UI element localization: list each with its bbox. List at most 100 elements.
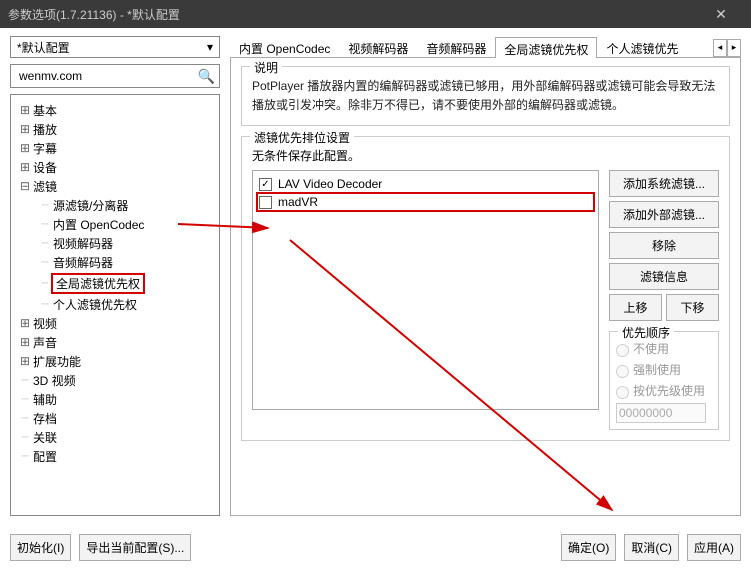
priority-force[interactable]: 强制使用 [616, 359, 712, 380]
tree-item-label: 播放 [31, 121, 59, 138]
tree-item[interactable]: 全局滤镜优先权 [15, 272, 215, 295]
tree-item-label: 字幕 [31, 140, 59, 157]
tree-line-icon [39, 217, 51, 232]
filter-list[interactable]: ✓LAV Video Decoder madVR [252, 170, 599, 410]
move-down-button[interactable]: 下移 [666, 294, 719, 321]
footer: 初始化(I) 导出当前配置(S)... 确定(O) 取消(C) 应用(A) [0, 530, 751, 569]
checkbox[interactable] [259, 196, 272, 209]
tab[interactable]: 全局滤镜优先权 [495, 37, 597, 58]
tree-item-label: 个人滤镜优先权 [51, 296, 139, 313]
profile-selected: *默认配置 [17, 39, 207, 56]
tree-item-label: 基本 [31, 102, 59, 119]
tree-item-label: 音频解码器 [51, 254, 115, 271]
search-icon[interactable]: 🔍 [198, 68, 215, 85]
apply-button[interactable]: 应用(A) [687, 534, 741, 561]
tree-item[interactable]: ⊞设备 [15, 158, 215, 177]
filter-info-button[interactable]: 滤镜信息 [609, 263, 719, 290]
tree-item[interactable]: 视频解码器 [15, 234, 215, 253]
init-button[interactable]: 初始化(I) [10, 534, 71, 561]
expand-icon[interactable]: ⊞ [19, 335, 31, 350]
tree-item[interactable]: 源滤镜/分离器 [15, 196, 215, 215]
priority-by-priority[interactable]: 按优先级使用 [616, 380, 712, 401]
tree-line-icon [39, 198, 51, 213]
tree-item[interactable]: 配置 [15, 447, 215, 466]
tree-item[interactable]: ⊞播放 [15, 120, 215, 139]
tab-prev-icon[interactable]: ◂ [713, 39, 727, 57]
ok-button[interactable]: 确定(O) [561, 534, 616, 561]
priority-title: 优先顺序 [618, 324, 674, 341]
tree-item-label: 关联 [31, 429, 59, 446]
export-button[interactable]: 导出当前配置(S)... [79, 534, 191, 561]
window-title: 参数选项(1.7.21136) - *默认配置 [8, 6, 699, 23]
priority-value-input[interactable] [616, 403, 706, 423]
checkbox[interactable]: ✓ [259, 178, 272, 191]
expand-icon[interactable]: ⊞ [19, 316, 31, 331]
tree-item-label: 内置 OpenCodec [51, 216, 146, 233]
tree-item[interactable]: ⊞字幕 [15, 139, 215, 158]
tree-item[interactable]: 个人滤镜优先权 [15, 295, 215, 314]
tree-line-icon [39, 255, 51, 270]
add-system-filter-button[interactable]: 添加系统滤镜... [609, 170, 719, 197]
tree-item-label: 配置 [31, 448, 59, 465]
settings-tree[interactable]: ⊞基本⊞播放⊞字幕⊞设备⊟滤镜源滤镜/分离器内置 OpenCodec视频解码器音… [10, 94, 220, 516]
tree-item-label: 3D 视频 [31, 372, 78, 389]
expand-icon[interactable]: ⊞ [19, 141, 31, 156]
filter-item[interactable]: madVR [257, 193, 594, 211]
expand-icon[interactable]: ⊞ [19, 122, 31, 137]
tab[interactable]: 内置 OpenCodec [230, 36, 339, 57]
cancel-button[interactable]: 取消(C) [624, 534, 679, 561]
tree-item[interactable]: 内置 OpenCodec [15, 215, 215, 234]
description-group: 说明 PotPlayer 播放器内置的编解码器或滤镜已够用，用外部编解码器或滤镜… [241, 66, 730, 126]
tab-bar: 内置 OpenCodec视频解码器音频解码器全局滤镜优先权个人滤镜优先 ◂▸ [230, 36, 741, 58]
titlebar: 参数选项(1.7.21136) - *默认配置 ✕ [0, 0, 751, 28]
search-wrap: 🔍 [10, 64, 220, 88]
tree-item-label: 滤镜 [31, 178, 59, 195]
tab[interactable]: 音频解码器 [417, 36, 495, 57]
tree-item[interactable]: 辅助 [15, 390, 215, 409]
filter-item-label: madVR [278, 195, 318, 209]
tab[interactable]: 个人滤镜优先 [597, 36, 687, 57]
tab[interactable]: 视频解码器 [339, 36, 417, 57]
tree-item-label: 扩展功能 [31, 353, 83, 370]
expand-icon[interactable]: ⊞ [19, 160, 31, 175]
tree-item-label: 源滤镜/分离器 [51, 197, 130, 214]
filter-group-title: 滤镜优先排位设置 [250, 129, 354, 146]
tree-item-label: 存档 [31, 410, 59, 427]
tree-line-icon [19, 430, 31, 445]
tree-item[interactable]: 关联 [15, 428, 215, 447]
close-icon[interactable]: ✕ [699, 6, 743, 23]
tree-line-icon [39, 297, 51, 312]
description-text: PotPlayer 播放器内置的编解码器或滤镜已够用，用外部编解码器或滤镜可能会… [252, 77, 719, 115]
add-external-filter-button[interactable]: 添加外部滤镜... [609, 201, 719, 228]
tree-item-label: 声音 [31, 334, 59, 351]
collapse-icon[interactable]: ⊟ [19, 179, 31, 194]
tree-item[interactable]: 存档 [15, 409, 215, 428]
expand-icon[interactable]: ⊞ [19, 354, 31, 369]
tree-item[interactable]: ⊞视频 [15, 314, 215, 333]
profile-select[interactable]: *默认配置 ▾ [10, 36, 220, 58]
tree-line-icon [19, 373, 31, 388]
tree-line-icon [19, 449, 31, 464]
description-title: 说明 [250, 59, 282, 76]
tree-item-label: 设备 [31, 159, 59, 176]
tree-line-icon [39, 276, 51, 291]
chevron-down-icon: ▾ [207, 40, 213, 54]
tree-item-label: 辅助 [31, 391, 59, 408]
tree-item[interactable]: ⊟滤镜 [15, 177, 215, 196]
tree-item[interactable]: ⊞基本 [15, 101, 215, 120]
move-up-button[interactable]: 上移 [609, 294, 662, 321]
tree-item[interactable]: 音频解码器 [15, 253, 215, 272]
filter-subtitle: 无条件保存此配置。 [252, 147, 719, 164]
tree-line-icon [19, 392, 31, 407]
tree-item-label: 视频解码器 [51, 235, 115, 252]
priority-none[interactable]: 不使用 [616, 338, 712, 359]
tree-item[interactable]: ⊞声音 [15, 333, 215, 352]
tab-next-icon[interactable]: ▸ [727, 39, 741, 57]
search-input[interactable] [15, 69, 198, 83]
tree-item[interactable]: ⊞扩展功能 [15, 352, 215, 371]
tree-item[interactable]: 3D 视频 [15, 371, 215, 390]
expand-icon[interactable]: ⊞ [19, 103, 31, 118]
filter-group: 滤镜优先排位设置 无条件保存此配置。 ✓LAV Video Decodermad… [241, 136, 730, 441]
remove-button[interactable]: 移除 [609, 232, 719, 259]
filter-item[interactable]: ✓LAV Video Decoder [257, 175, 594, 193]
